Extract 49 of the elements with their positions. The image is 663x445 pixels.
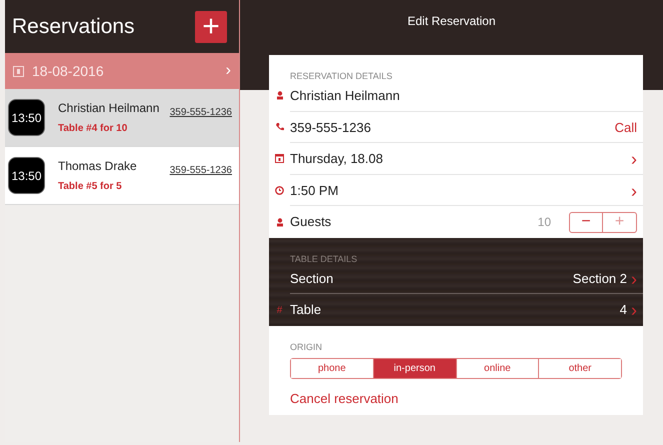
calendar-icon	[275, 154, 284, 164]
window-title: Edit Reservation	[407, 13, 496, 28]
add-button[interactable]: +	[195, 10, 227, 42]
field-value: Section 2	[572, 270, 627, 288]
segment-tab[interactable]: other	[538, 358, 621, 378]
segment-tab[interactable]: in-person	[372, 358, 456, 378]
chevron-icon: ›	[631, 182, 637, 200]
section-heading: ORIGIN	[290, 342, 322, 352]
clock-icon	[275, 186, 284, 196]
time-badge: 13:50	[8, 157, 45, 194]
chevron-icon: ›	[226, 59, 231, 83]
guest-count: 10	[538, 214, 551, 232]
phone-link[interactable]: 359-555-1236	[170, 105, 232, 120]
page-title: Reservations	[12, 14, 135, 40]
call-button[interactable]: Call	[614, 118, 637, 138]
hash-icon: #	[269, 302, 290, 318]
field-value: 1:50 PM	[290, 182, 340, 200]
guest-name: Thomas Drake	[58, 158, 138, 175]
field-label: Guests	[290, 213, 332, 232]
table-info: Table #5 for 5	[58, 180, 123, 194]
field-label: Table	[290, 301, 322, 320]
minus-button[interactable]: −	[570, 212, 603, 232]
section-heading: TABLE DETAILS	[290, 254, 358, 264]
field-value: Thursday, 18.08	[290, 150, 384, 168]
time-badge: 13:50	[8, 99, 45, 136]
field-value: Christian Heilmann	[290, 87, 401, 106]
guest-name: Christian Heilmann	[58, 100, 160, 117]
phone-link[interactable]: 359-555-1236	[170, 163, 232, 178]
person-icon	[276, 218, 284, 227]
chevron-icon: ›	[631, 270, 637, 288]
person-icon	[276, 91, 284, 100]
cancel-link[interactable]: Cancel reservation	[290, 390, 398, 406]
reservation-row[interactable]: 13:50 Christian Heilmann Table #4 for 10 359-555-1236	[5, 89, 239, 147]
field-value: 4	[620, 301, 627, 320]
table-info: Table #4 for 10	[58, 122, 128, 136]
field-value: 359-555-1236	[290, 118, 372, 137]
chevron-icon: ›	[631, 150, 637, 168]
phone-icon	[276, 123, 284, 132]
chevron-icon: ›	[631, 301, 637, 320]
date-label: 18-08-2016	[32, 62, 105, 80]
date-bar[interactable]: 18-08-2016 ›	[5, 53, 239, 89]
section-heading: RESERVATION DETAILS	[290, 71, 392, 81]
table-row[interactable]: # Table 4 ›	[269, 294, 643, 326]
field-label: Section	[290, 270, 334, 288]
origin-segmented-control[interactable]: phone in-person online other	[290, 358, 622, 379]
calendar-icon	[13, 66, 24, 76]
stepper[interactable]: − +	[569, 212, 637, 233]
table-row[interactable]: Section Section 2 ›	[269, 262, 643, 294]
reservation-row[interactable]: 13:50 Thomas Drake Table #5 for 5 359-555-1236	[5, 147, 239, 205]
